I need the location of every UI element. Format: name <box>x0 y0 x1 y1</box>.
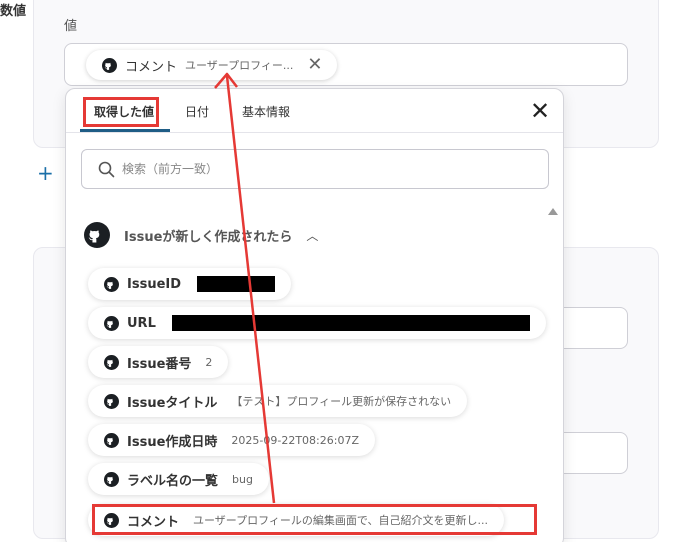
item-value: bug <box>232 472 253 486</box>
item-name: Issueタイトル <box>127 395 218 411</box>
item-value: 2025-09-22T08:26:07Z <box>231 433 359 447</box>
tab-date[interactable]: 日付 <box>185 103 209 120</box>
trigger-section-header[interactable]: Issueが新しく作成されたら ︿ <box>84 220 318 250</box>
search-input[interactable] <box>122 158 532 180</box>
github-icon <box>104 471 119 487</box>
list-item-url[interactable]: URL <box>88 307 546 339</box>
item-value: 【テスト】プロフィール更新が保存されない <box>231 395 452 408</box>
tab-basic-info[interactable]: 基本情報 <box>242 103 290 120</box>
numeric-section-label: 数値 <box>0 4 27 19</box>
value-picker-popup: 取得した値 日付 基本情報 ✕ Issueが新しく作成されたら ︿ IssueI… <box>65 88 564 542</box>
list-item-issue-id[interactable]: IssueID <box>88 268 292 300</box>
close-icon[interactable]: ✕ <box>530 99 550 123</box>
chevron-up-icon[interactable]: ︿ <box>306 227 318 244</box>
item-name: Issue作成日時 <box>127 434 218 450</box>
list-item-issue-number[interactable]: Issue番号 2 <box>88 346 229 378</box>
highlight-box-tab <box>83 97 159 127</box>
github-icon <box>84 222 110 248</box>
item-name: Issue番号 <box>127 356 192 372</box>
github-icon <box>104 432 119 448</box>
item-name: IssueID <box>127 276 182 292</box>
list-item-issue-title[interactable]: Issueタイトル 【テスト】プロフィール更新が保存されない <box>88 385 468 417</box>
list-item-issue-created-at[interactable]: Issue作成日時 2025-09-22T08:26:07Z <box>88 424 375 456</box>
value-chip[interactable]: コメント ユーザープロフィー... ✕ <box>86 50 337 80</box>
github-icon <box>104 276 119 292</box>
item-name: URL <box>127 315 156 331</box>
item-name: ラベル名の一覧 <box>127 473 219 489</box>
redacted-value <box>197 276 276 292</box>
value-field-label: 値 <box>64 19 78 34</box>
github-icon <box>102 57 117 73</box>
github-icon <box>104 393 119 409</box>
list-item-label-names[interactable]: ラベル名の一覧 bug <box>88 463 269 495</box>
redacted-value <box>171 315 530 331</box>
highlight-box-comment <box>92 504 537 535</box>
section-title: Issueが新しく作成されたら <box>124 229 293 245</box>
item-value: 2 <box>205 355 213 369</box>
add-icon[interactable]: + <box>37 163 54 183</box>
github-icon <box>104 354 119 370</box>
github-icon <box>104 315 119 331</box>
search-icon <box>98 161 115 178</box>
search-box[interactable] <box>81 149 549 189</box>
chip-title: コメント <box>125 59 178 75</box>
close-icon[interactable]: ✕ <box>307 56 322 74</box>
scroll-up-arrow[interactable] <box>548 208 558 215</box>
active-tab-indicator <box>80 129 170 132</box>
chip-subtitle: ユーザープロフィー... <box>185 59 294 72</box>
